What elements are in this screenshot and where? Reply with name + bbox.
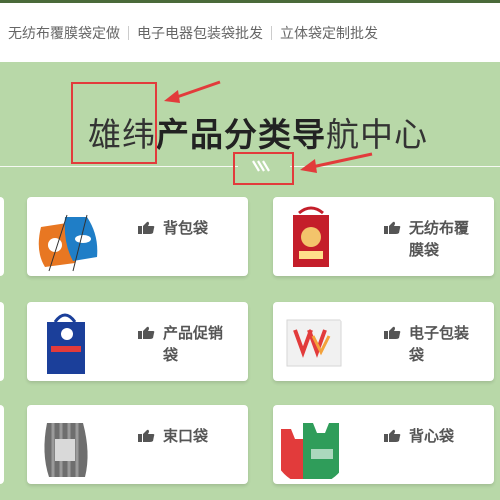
category-label: 电子包装袋 [383, 322, 483, 366]
category-card-vest-bags[interactable]: 背心袋 [273, 405, 494, 484]
top-nav-bar: 无纺布覆膜袋定做 电子电器包装袋批发 立体袋定制批发 [0, 0, 500, 62]
category-card-nonwoven-laminated[interactable]: 无纺布覆膜袋 [273, 197, 494, 276]
category-name: 产品促销袋 [163, 324, 224, 364]
category-name: 背心袋 [409, 427, 455, 445]
category-card-backpack-bags[interactable]: 背包袋 [27, 197, 248, 276]
drawstring-pouch-image [27, 409, 103, 484]
category-card-electronics-packaging[interactable]: 电子包装袋 [273, 302, 494, 381]
nav-link-nonwoven-laminated[interactable]: 无纺布覆膜袋定做 [0, 23, 128, 43]
category-name: 电子包装袋 [409, 324, 470, 364]
nonwoven-laminated-bag-image [273, 201, 349, 276]
hand-point-icon [138, 221, 155, 234]
title-divider-left [0, 166, 238, 167]
top-nav-links: 无纺布覆膜袋定做 电子电器包装袋批发 立体袋定制批发 [0, 23, 386, 43]
electronics-packaging-bag-image [273, 306, 349, 381]
annotation-arrow-icon [300, 152, 373, 173]
hand-point-icon [138, 326, 155, 339]
annotation-arrow-icon [164, 80, 221, 103]
hand-point-icon [384, 429, 401, 442]
category-label: 背心袋 [383, 425, 454, 447]
vest-bag-image [273, 409, 349, 484]
category-label: 产品促销袋 [137, 322, 237, 366]
category-label: 背包袋 [137, 217, 208, 239]
promotional-bag-image [27, 306, 103, 381]
partial-card-edge [0, 405, 4, 484]
category-card-promotional[interactable]: 产品促销袋 [27, 302, 248, 381]
annotation-box-brand [71, 82, 157, 164]
category-label: 无纺布覆膜袋 [383, 217, 483, 261]
category-name: 束口袋 [163, 427, 209, 445]
title-emphasis: 产品分类导 [156, 115, 326, 154]
partial-card-edge [0, 302, 4, 381]
category-label: 束口袋 [137, 425, 208, 447]
hand-point-icon [384, 326, 401, 339]
hand-point-icon [384, 221, 401, 234]
nav-link-electronics-bags[interactable]: 电子电器包装袋批发 [129, 23, 271, 43]
hand-point-icon [138, 429, 155, 442]
annotation-box-divider [233, 152, 294, 185]
nav-link-stand-up-bags[interactable]: 立体袋定制批发 [272, 23, 386, 43]
partial-card-edge [0, 197, 4, 276]
title-rest: 航中心 [326, 115, 428, 154]
drawstring-backpack-image [27, 201, 103, 276]
category-name: 无纺布覆膜袋 [409, 219, 470, 259]
category-card-drawstring-pouch[interactable]: 束口袋 [27, 405, 248, 484]
category-name: 背包袋 [163, 219, 209, 237]
